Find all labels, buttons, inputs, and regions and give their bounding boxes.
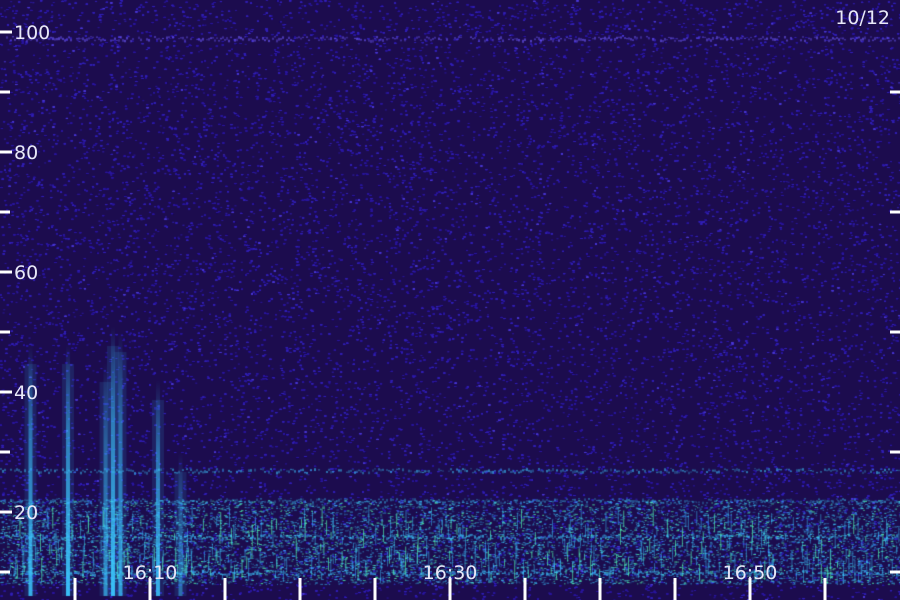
y-tick-label: 40 [14, 382, 38, 404]
x-tick-label: 16:30 [423, 562, 478, 584]
y-axis: 20 40 60 80 100 [0, 22, 900, 574]
y-tick-label: 80 [14, 142, 38, 164]
x-axis: 16:10 16:30 16:50 [73, 562, 827, 600]
axes-overlay: 20 40 60 80 100 16:10 16:30 16:50 10/12 [0, 7, 900, 600]
y-tick-label: 60 [14, 262, 38, 284]
y-tick-label: 20 [14, 502, 38, 524]
spectrogram-chart: 20 40 60 80 100 16:10 16:30 16:50 10/12 [0, 0, 900, 600]
x-tick-label: 16:50 [723, 562, 778, 584]
y-tick-label: 100 [14, 22, 50, 44]
x-tick-label: 16:10 [123, 562, 178, 584]
date-label: 10/12 [835, 7, 890, 29]
